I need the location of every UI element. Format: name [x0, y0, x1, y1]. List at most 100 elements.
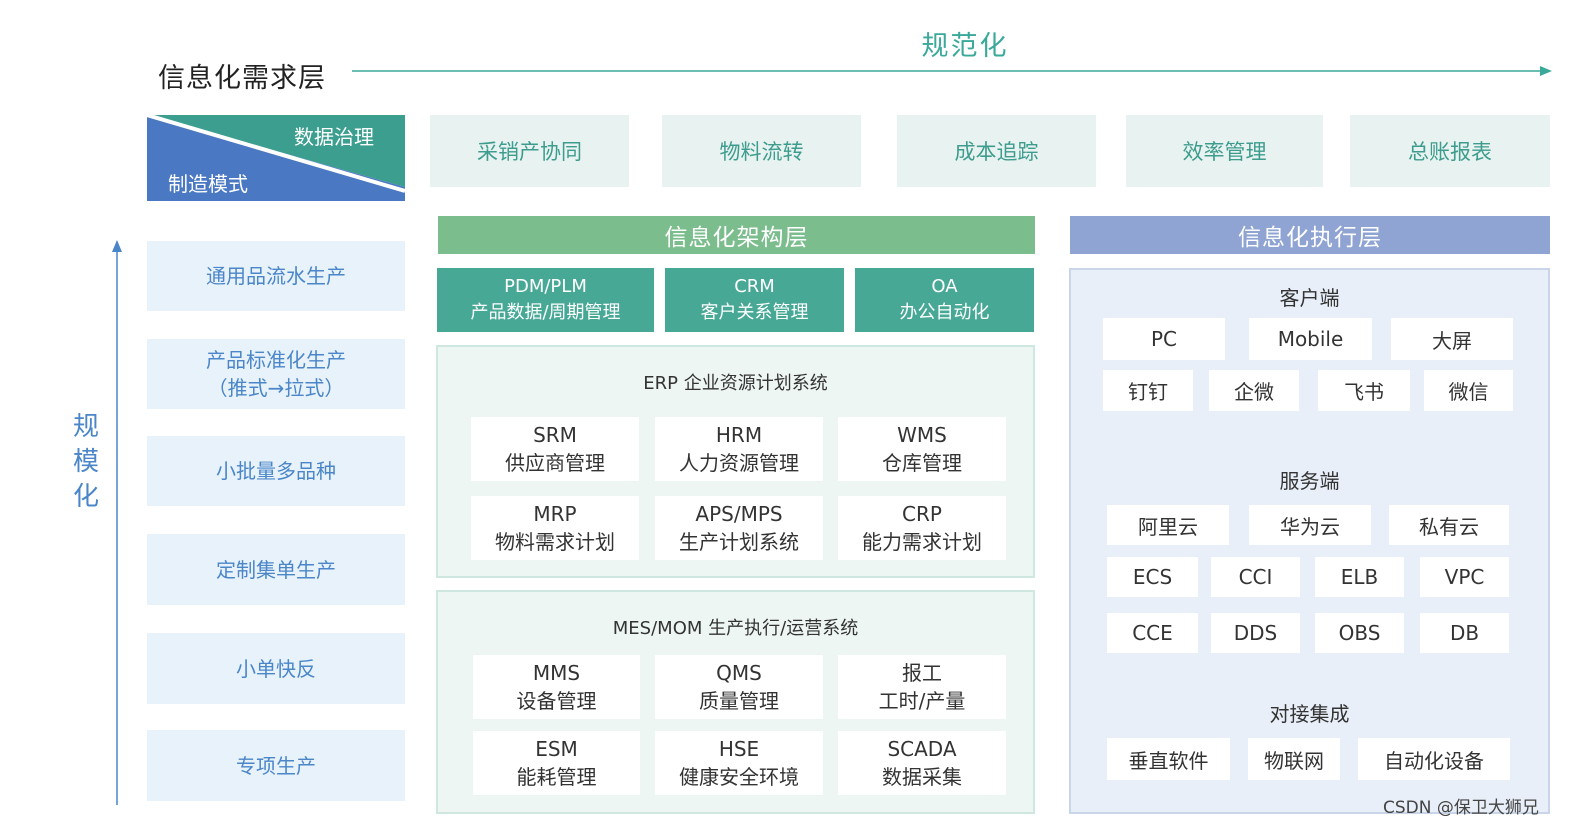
mode-label: 小单快反 — [236, 656, 316, 681]
server-section-title: 服务端 — [1279, 469, 1340, 493]
mode-item: 定制集单生产 — [147, 534, 405, 605]
integration-section-title: 对接集成 — [1269, 702, 1350, 726]
mode-sublabel: （推式→拉式） — [207, 376, 345, 400]
mes-module: SCADA 数据采集 — [838, 731, 1006, 795]
arch-system-box: OA 办公自动化 — [855, 268, 1034, 332]
module-desc: 供应商管理 — [505, 451, 605, 475]
client-item: 飞书 — [1318, 370, 1410, 411]
server-item: DDS — [1211, 613, 1300, 653]
module-desc: 能耗管理 — [516, 765, 597, 789]
module-code: HSE — [718, 737, 760, 761]
mes-module: QMS 质量管理 — [655, 655, 823, 719]
server-item: OBS — [1315, 613, 1404, 653]
arch-system-box: PDM/PLM 产品数据/周期管理 — [437, 268, 654, 332]
server-item: ELB — [1315, 557, 1404, 597]
module-code: 报工 — [902, 661, 942, 685]
scale-axis-char: 模 — [72, 447, 99, 477]
module-desc: 数据采集 — [882, 765, 962, 789]
server-item: 阿里云 — [1107, 505, 1229, 545]
erp-module: HRM 人力资源管理 — [655, 417, 823, 481]
mes-module: 报工 工时/产量 — [838, 655, 1006, 719]
module-desc: 健康安全环境 — [679, 765, 799, 789]
architecture-layer-header: 信息化架构层 — [438, 216, 1035, 254]
module-desc: 物料需求计划 — [495, 530, 615, 554]
demand-item: 效率管理 — [1126, 115, 1323, 187]
watermark: CSDN @保卫大狮兄 — [1383, 798, 1539, 818]
integration-item: 自动化设备 — [1358, 738, 1510, 780]
mes-panel-title: MES/MOM 生产执行/运营系统 — [612, 618, 859, 639]
module-desc: 质量管理 — [699, 689, 779, 713]
integration-item: 垂直软件 — [1107, 738, 1230, 780]
module-desc: 人力资源管理 — [679, 451, 799, 475]
scale-arrow — [112, 240, 122, 805]
client-item: 大屏 — [1391, 318, 1513, 360]
erp-module: CRP 能力需求计划 — [838, 496, 1006, 560]
module-code: SRM — [533, 423, 577, 447]
module-desc: 仓库管理 — [882, 451, 962, 475]
module-code: ESM — [535, 737, 578, 761]
module-code: QMS — [716, 661, 762, 685]
arch-system-code: PDM/PLM — [504, 276, 587, 297]
arch-system-desc: 办公自动化 — [899, 302, 990, 323]
client-item: 微信 — [1424, 370, 1513, 411]
module-desc: 能力需求计划 — [862, 530, 982, 554]
module-code: HRM — [715, 423, 763, 447]
demand-item: 总账报表 — [1350, 115, 1550, 187]
scale-axis-char: 化 — [72, 482, 99, 512]
mes-module: HSE 健康安全环境 — [655, 731, 823, 795]
server-item: CCE — [1107, 613, 1198, 653]
module-code: MMS — [532, 661, 581, 685]
server-item: DB — [1420, 613, 1509, 653]
module-desc: 设备管理 — [516, 689, 597, 713]
server-item: ECS — [1107, 557, 1198, 597]
erp-module: WMS 仓库管理 — [838, 417, 1006, 481]
mode-label: 小批量多品种 — [216, 459, 336, 483]
client-item: PC — [1103, 318, 1225, 360]
demand-layer-title: 信息化需求层 — [158, 63, 326, 94]
mes-module: ESM 能耗管理 — [473, 731, 640, 795]
erp-module: APS/MPS 生产计划系统 — [655, 496, 823, 560]
erp-panel-title: ERP 企业资源计划系统 — [643, 373, 828, 394]
server-item: 华为云 — [1249, 505, 1371, 545]
server-item: CCI — [1211, 557, 1300, 597]
scale-axis-char: 规 — [72, 412, 99, 442]
integration-item: 物联网 — [1248, 738, 1340, 780]
data-governance-label: 数据治理 — [294, 125, 374, 149]
module-desc: 工时/产量 — [878, 689, 966, 713]
standardization-arrow — [352, 66, 1552, 76]
arch-system-code: OA — [931, 276, 958, 297]
module-code: CRP — [902, 502, 942, 526]
mode-item: 小批量多品种 — [147, 436, 405, 506]
manufacturing-mode-label: 制造模式 — [168, 172, 248, 196]
client-item: 企微 — [1209, 370, 1299, 411]
execution-layer-header: 信息化执行层 — [1070, 216, 1550, 254]
scale-axis-label: 规 模 化 — [66, 410, 106, 515]
mode-label: 专项生产 — [236, 753, 316, 778]
mode-label: 定制集单生产 — [216, 557, 336, 582]
erp-module: MRP 物料需求计划 — [471, 496, 639, 560]
mode-item: 通用品流水生产 — [147, 241, 405, 311]
module-code: APS/MPS — [695, 502, 783, 526]
server-item: VPC — [1420, 557, 1509, 597]
arch-system-desc: 产品数据/周期管理 — [470, 302, 621, 323]
mode-label: 通用品流水生产 — [206, 264, 346, 288]
client-item: Mobile — [1249, 318, 1372, 360]
arch-system-desc: 客户关系管理 — [700, 302, 809, 323]
demand-item: 物料流转 — [662, 115, 861, 187]
demand-item: 采销产协同 — [430, 115, 629, 187]
module-code: WMS — [897, 423, 947, 447]
mode-item: 产品标准化生产 （推式→拉式） — [147, 339, 405, 409]
mes-module: MMS 设备管理 — [473, 655, 640, 719]
arch-system-code: CRM — [734, 276, 775, 297]
client-item: 钉钉 — [1103, 370, 1193, 411]
mode-label: 产品标准化生产 — [206, 348, 346, 372]
arch-system-box: CRM 客户关系管理 — [665, 268, 844, 332]
module-desc: 生产计划系统 — [679, 530, 799, 554]
mode-item: 专项生产 — [147, 730, 405, 801]
module-code: SCADA — [887, 737, 957, 761]
client-section-title: 客户端 — [1279, 286, 1340, 310]
module-code: MRP — [533, 502, 577, 526]
mode-item: 小单快反 — [147, 633, 405, 704]
erp-module: SRM 供应商管理 — [471, 417, 639, 481]
demand-item: 成本追踪 — [897, 115, 1096, 187]
